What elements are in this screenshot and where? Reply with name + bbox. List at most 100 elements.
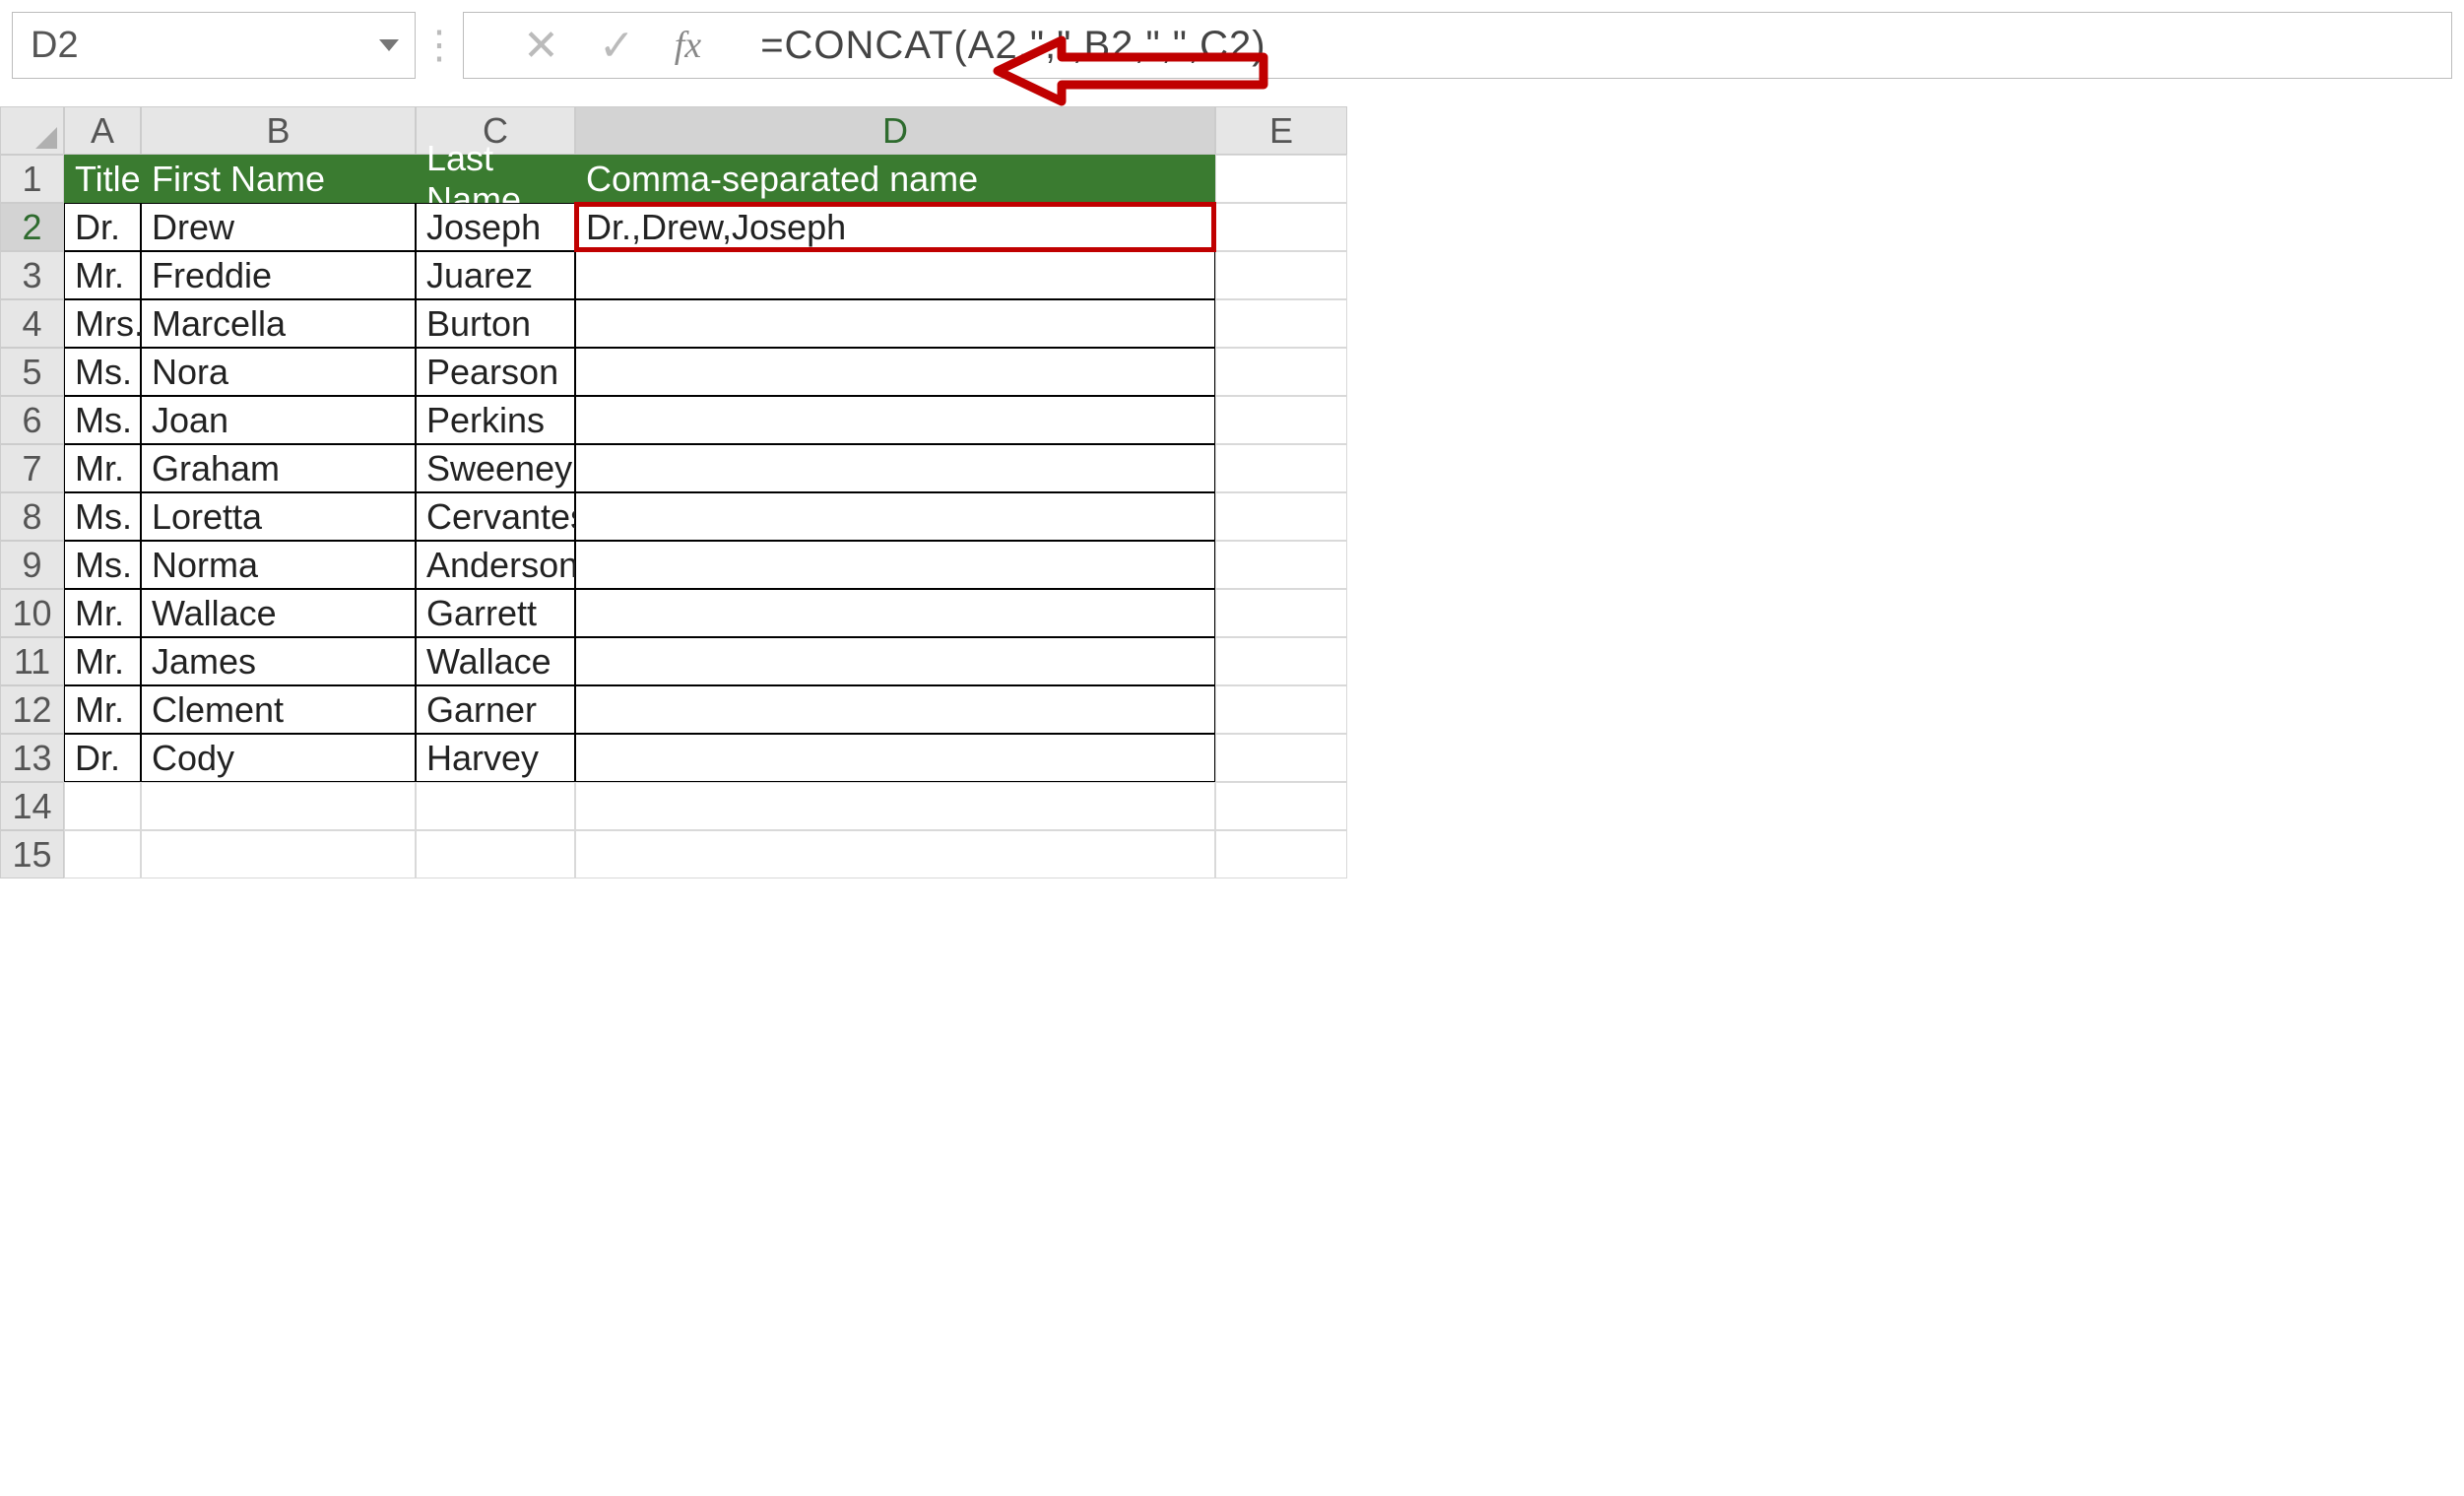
cell-E13[interactable] xyxy=(1215,734,1347,782)
cell-C14[interactable] xyxy=(416,782,575,830)
cell-B6[interactable]: Joan xyxy=(141,396,416,444)
row-header-4[interactable]: 4 xyxy=(0,299,64,348)
cell-D2[interactable]: Dr.,Drew,Joseph xyxy=(575,203,1215,251)
cell-D15[interactable] xyxy=(575,830,1215,878)
cell-A4[interactable]: Mrs. xyxy=(64,299,141,348)
cell-A12[interactable]: Mr. xyxy=(64,685,141,734)
col-header-A[interactable]: A xyxy=(64,106,141,155)
row-header-5[interactable]: 5 xyxy=(0,348,64,396)
cell-C7[interactable]: Sweeney xyxy=(416,444,575,492)
cell-B12[interactable]: Clement xyxy=(141,685,416,734)
cell-E12[interactable] xyxy=(1215,685,1347,734)
cell-B15[interactable] xyxy=(141,830,416,878)
cell-D12[interactable] xyxy=(575,685,1215,734)
cell-D8[interactable] xyxy=(575,492,1215,541)
cell-D14[interactable] xyxy=(575,782,1215,830)
row-header-8[interactable]: 8 xyxy=(0,492,64,541)
spreadsheet-grid[interactable]: A B C D E 1 Title First Name Last Name C… xyxy=(0,106,2464,878)
cell-C6[interactable]: Perkins xyxy=(416,396,575,444)
cell-C9[interactable]: Anderson xyxy=(416,541,575,589)
row-header-12[interactable]: 12 xyxy=(0,685,64,734)
cell-C2[interactable]: Joseph xyxy=(416,203,575,251)
cancel-icon[interactable]: ✕ xyxy=(523,21,559,71)
cell-D5[interactable] xyxy=(575,348,1215,396)
cell-C13[interactable]: Harvey xyxy=(416,734,575,782)
cell-C10[interactable]: Garrett xyxy=(416,589,575,637)
row-header-9[interactable]: 9 xyxy=(0,541,64,589)
cell-B9[interactable]: Norma xyxy=(141,541,416,589)
name-box[interactable]: D2 xyxy=(12,12,416,79)
header-title[interactable]: Title xyxy=(64,155,141,203)
row-header-3[interactable]: 3 xyxy=(0,251,64,299)
cell-C11[interactable]: Wallace xyxy=(416,637,575,685)
cell-A3[interactable]: Mr. xyxy=(64,251,141,299)
col-header-D[interactable]: D xyxy=(575,106,1215,155)
enter-icon[interactable]: ✓ xyxy=(599,21,635,71)
chevron-down-icon[interactable] xyxy=(379,39,399,51)
cell-B10[interactable]: Wallace xyxy=(141,589,416,637)
cell-A9[interactable]: Ms. xyxy=(64,541,141,589)
cell-B5[interactable]: Nora xyxy=(141,348,416,396)
cell-E15[interactable] xyxy=(1215,830,1347,878)
cell-C4[interactable]: Burton xyxy=(416,299,575,348)
cell-B3[interactable]: Freddie xyxy=(141,251,416,299)
col-header-E[interactable]: E xyxy=(1215,106,1347,155)
cell-E10[interactable] xyxy=(1215,589,1347,637)
row-header-6[interactable]: 6 xyxy=(0,396,64,444)
col-header-B[interactable]: B xyxy=(141,106,416,155)
cell-E9[interactable] xyxy=(1215,541,1347,589)
cell-D9[interactable] xyxy=(575,541,1215,589)
fx-icon[interactable]: fx xyxy=(675,24,701,67)
cell-E5[interactable] xyxy=(1215,348,1347,396)
cell-E2[interactable] xyxy=(1215,203,1347,251)
cell-A15[interactable] xyxy=(64,830,141,878)
cell-A14[interactable] xyxy=(64,782,141,830)
cell-E3[interactable] xyxy=(1215,251,1347,299)
cell-A5[interactable]: Ms. xyxy=(64,348,141,396)
row-header-2[interactable]: 2 xyxy=(0,203,64,251)
row-header-7[interactable]: 7 xyxy=(0,444,64,492)
cell-B8[interactable]: Loretta xyxy=(141,492,416,541)
header-last[interactable]: Last Name xyxy=(416,155,575,203)
cell-B2[interactable]: Drew xyxy=(141,203,416,251)
cell-E14[interactable] xyxy=(1215,782,1347,830)
cell-E1[interactable] xyxy=(1215,155,1347,203)
cell-E11[interactable] xyxy=(1215,637,1347,685)
row-header-11[interactable]: 11 xyxy=(0,637,64,685)
cell-A11[interactable]: Mr. xyxy=(64,637,141,685)
cell-D3[interactable] xyxy=(575,251,1215,299)
formula-input-area[interactable]: ✕ ✓ fx =CONCAT(A2,",",B2,",",C2) xyxy=(463,12,2452,79)
cell-B13[interactable]: Cody xyxy=(141,734,416,782)
row-header-10[interactable]: 10 xyxy=(0,589,64,637)
header-combined[interactable]: Comma-separated name xyxy=(575,155,1215,203)
cell-D6[interactable] xyxy=(575,396,1215,444)
formula-text[interactable]: =CONCAT(A2,",",B2,",",C2) xyxy=(760,24,1265,68)
row-header-1[interactable]: 1 xyxy=(0,155,64,203)
cell-A6[interactable]: Ms. xyxy=(64,396,141,444)
cell-D4[interactable] xyxy=(575,299,1215,348)
cell-A2[interactable]: Dr. xyxy=(64,203,141,251)
cell-D10[interactable] xyxy=(575,589,1215,637)
row-header-14[interactable]: 14 xyxy=(0,782,64,830)
cell-A8[interactable]: Ms. xyxy=(64,492,141,541)
cell-C8[interactable]: Cervantes xyxy=(416,492,575,541)
cell-B11[interactable]: James xyxy=(141,637,416,685)
cell-B7[interactable]: Graham xyxy=(141,444,416,492)
cell-C15[interactable] xyxy=(416,830,575,878)
cell-B4[interactable]: Marcella xyxy=(141,299,416,348)
cell-C5[interactable]: Pearson xyxy=(416,348,575,396)
select-all-corner[interactable] xyxy=(0,106,64,155)
row-header-13[interactable]: 13 xyxy=(0,734,64,782)
cell-E4[interactable] xyxy=(1215,299,1347,348)
cell-B14[interactable] xyxy=(141,782,416,830)
cell-C12[interactable]: Garner xyxy=(416,685,575,734)
cell-D13[interactable] xyxy=(575,734,1215,782)
cell-D7[interactable] xyxy=(575,444,1215,492)
cell-E6[interactable] xyxy=(1215,396,1347,444)
cell-A13[interactable]: Dr. xyxy=(64,734,141,782)
cell-A7[interactable]: Mr. xyxy=(64,444,141,492)
cell-A10[interactable]: Mr. xyxy=(64,589,141,637)
row-header-15[interactable]: 15 xyxy=(0,830,64,878)
cell-C3[interactable]: Juarez xyxy=(416,251,575,299)
cell-E8[interactable] xyxy=(1215,492,1347,541)
